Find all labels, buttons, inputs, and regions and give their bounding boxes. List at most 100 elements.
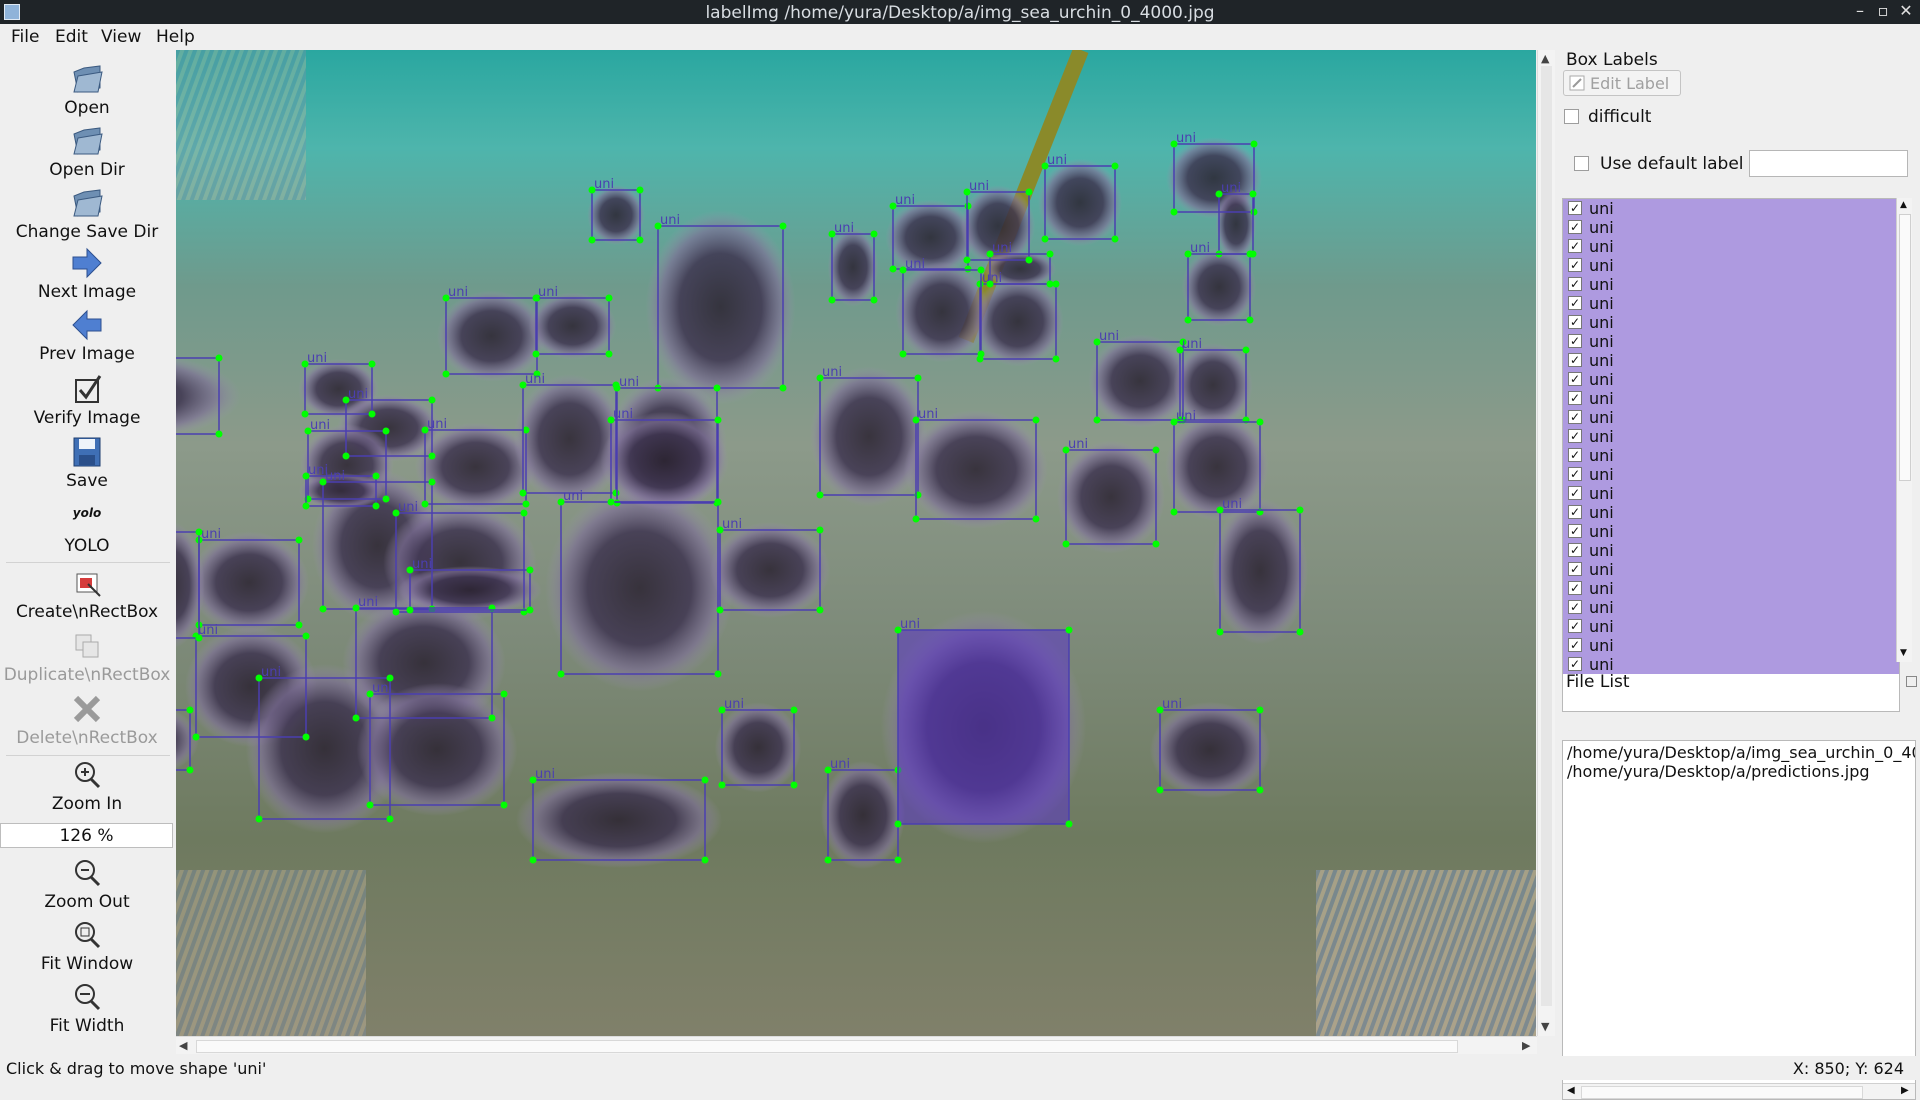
scroll-left-arrow-icon[interactable]: ◀ xyxy=(1567,1085,1575,1096)
box-vertex-handle[interactable] xyxy=(1250,208,1258,216)
label-visibility-checkbox[interactable]: ✓ xyxy=(1568,277,1582,291)
box-vertex-handle[interactable] xyxy=(442,370,450,378)
box-vertex-handle[interactable] xyxy=(613,499,621,507)
box-vertex-handle[interactable] xyxy=(824,766,832,774)
box-vertex-handle[interactable] xyxy=(1176,346,1184,354)
horizontal-scroll-thumb[interactable] xyxy=(196,1040,1458,1053)
box-vertex-handle[interactable] xyxy=(428,396,436,404)
edit-label-button[interactable]: Edit Label xyxy=(1563,70,1681,96)
label-list-item[interactable]: ✓ uni xyxy=(1563,598,1899,617)
scroll-right-arrow-icon[interactable]: ▶ xyxy=(1901,1085,1909,1096)
box-vertex-handle[interactable] xyxy=(1093,416,1101,424)
menu-edit[interactable]: Edit xyxy=(55,27,88,47)
box-vertex-handle[interactable] xyxy=(899,350,907,358)
box-vertex-handle[interactable] xyxy=(1152,540,1160,548)
box-vertex-handle[interactable] xyxy=(1216,628,1224,636)
box-vertex-handle[interactable] xyxy=(526,606,534,614)
box-vertex-handle[interactable] xyxy=(352,714,360,722)
box-vertex-handle[interactable] xyxy=(366,690,374,698)
box-vertex-handle[interactable] xyxy=(1250,140,1258,148)
label-visibility-checkbox[interactable]: ✓ xyxy=(1568,372,1582,386)
zoom-spinbox[interactable]: 126 % xyxy=(0,823,173,848)
box-vertex-handle[interactable] xyxy=(1246,316,1254,324)
box-vertex-handle[interactable] xyxy=(588,236,596,244)
label-list-item[interactable]: ✓ uni xyxy=(1563,313,1899,332)
label-list-item[interactable]: ✓ uni xyxy=(1563,484,1899,503)
box-vertex-handle[interactable] xyxy=(607,416,615,424)
box-vertex-handle[interactable] xyxy=(1156,706,1164,714)
box-vertex-handle[interactable] xyxy=(372,472,380,480)
box-vertex-handle[interactable] xyxy=(1041,235,1049,243)
box-vertex-handle[interactable] xyxy=(1216,506,1224,514)
box-vertex-handle[interactable] xyxy=(532,350,540,358)
menu-view[interactable]: View xyxy=(101,27,141,47)
box-vertex-handle[interactable] xyxy=(912,416,920,424)
next-image-button[interactable]: Next Image xyxy=(0,246,174,302)
box-vertex-handle[interactable] xyxy=(963,256,971,264)
label-visibility-checkbox[interactable]: ✓ xyxy=(1568,543,1582,557)
open-dir-button[interactable]: Open Dir xyxy=(0,124,174,180)
label-list-item[interactable]: ✓ uni xyxy=(1563,636,1899,655)
box-vertex-handle[interactable] xyxy=(392,509,400,517)
box-vertex-handle[interactable] xyxy=(1246,250,1254,258)
file-list-scroll-thumb[interactable] xyxy=(1581,1086,1863,1099)
label-visibility-checkbox[interactable]: ✓ xyxy=(1568,353,1582,367)
box-vertex-handle[interactable] xyxy=(718,781,726,789)
label-list-item[interactable]: ✓ uni xyxy=(1563,256,1899,275)
box-vertex-handle[interactable] xyxy=(428,478,436,486)
box-vertex-handle[interactable] xyxy=(522,500,530,508)
box-vertex-handle[interactable] xyxy=(442,294,450,302)
box-vertex-handle[interactable] xyxy=(870,296,878,304)
box-vertex-handle[interactable] xyxy=(714,670,722,678)
minimize-button[interactable]: – xyxy=(1850,1,1870,20)
box-vertex-handle[interactable] xyxy=(1062,540,1070,548)
label-visibility-checkbox[interactable]: ✓ xyxy=(1568,258,1582,272)
box-vertex-handle[interactable] xyxy=(816,606,824,614)
box-vertex-handle[interactable] xyxy=(828,230,836,238)
box-vertex-handle[interactable] xyxy=(1111,235,1119,243)
box-vertex-handle[interactable] xyxy=(1111,162,1119,170)
box-vertex-handle[interactable] xyxy=(428,452,436,460)
label-list-item[interactable]: ✓ uni xyxy=(1563,446,1899,465)
box-vertex-handle[interactable] xyxy=(382,427,390,435)
box-vertex-handle[interactable] xyxy=(1296,628,1304,636)
box-vertex-handle[interactable] xyxy=(368,360,376,368)
label-list-scrollbar[interactable]: ▲ ▼ xyxy=(1896,198,1912,662)
box-vertex-handle[interactable] xyxy=(824,856,832,864)
box-vertex-handle[interactable] xyxy=(1065,626,1073,634)
file-list[interactable]: /home/yura/Desktop/a/img_sea_urchin_0_40… xyxy=(1562,740,1916,1100)
label-visibility-checkbox[interactable]: ✓ xyxy=(1568,505,1582,519)
create-rectbox-button[interactable]: Create\nRectBox xyxy=(0,566,174,622)
label-list-item[interactable]: ✓ uni xyxy=(1563,237,1899,256)
scroll-up-arrow-icon[interactable]: ▲ xyxy=(1900,200,1907,210)
box-vertex-handle[interactable] xyxy=(1184,316,1192,324)
box-vertex-handle[interactable] xyxy=(1046,250,1054,258)
box-vertex-handle[interactable] xyxy=(816,526,824,534)
close-button[interactable]: ✕ xyxy=(1896,1,1916,20)
label-visibility-checkbox[interactable]: ✓ xyxy=(1568,524,1582,538)
box-vertex-handle[interactable] xyxy=(790,706,798,714)
box-vertex-handle[interactable] xyxy=(714,416,722,424)
box-vertex-handle[interactable] xyxy=(186,766,194,774)
box-vertex-handle[interactable] xyxy=(215,430,223,438)
box-vertex-handle[interactable] xyxy=(500,801,508,809)
scroll-right-arrow-icon[interactable]: ▶ xyxy=(1522,1039,1530,1052)
box-vertex-handle[interactable] xyxy=(894,626,902,634)
box-vertex-handle[interactable] xyxy=(302,632,310,640)
label-list-item[interactable]: ✓ uni xyxy=(1563,541,1899,560)
label-visibility-checkbox[interactable]: ✓ xyxy=(1568,581,1582,595)
label-visibility-checkbox[interactable]: ✓ xyxy=(1568,296,1582,310)
format-yolo-button[interactable]: yolo YOLO xyxy=(0,504,174,556)
box-vertex-handle[interactable] xyxy=(406,606,414,614)
box-vertex-handle[interactable] xyxy=(302,502,310,510)
box-vertex-handle[interactable] xyxy=(342,452,350,460)
box-vertex-handle[interactable] xyxy=(488,714,496,722)
file-list-item[interactable]: /home/yura/Desktop/a/predictions.jpg xyxy=(1567,762,1870,781)
box-vertex-handle[interactable] xyxy=(302,472,310,480)
box-vertex-handle[interactable] xyxy=(636,236,644,244)
box-vertex-handle[interactable] xyxy=(368,410,376,418)
box-vertex-handle[interactable] xyxy=(1170,140,1178,148)
canvas-vertical-scrollbar[interactable]: ▲ ▼ xyxy=(1537,50,1555,1036)
label-visibility-checkbox[interactable]: ✓ xyxy=(1568,448,1582,462)
box-vertex-handle[interactable] xyxy=(899,266,907,274)
